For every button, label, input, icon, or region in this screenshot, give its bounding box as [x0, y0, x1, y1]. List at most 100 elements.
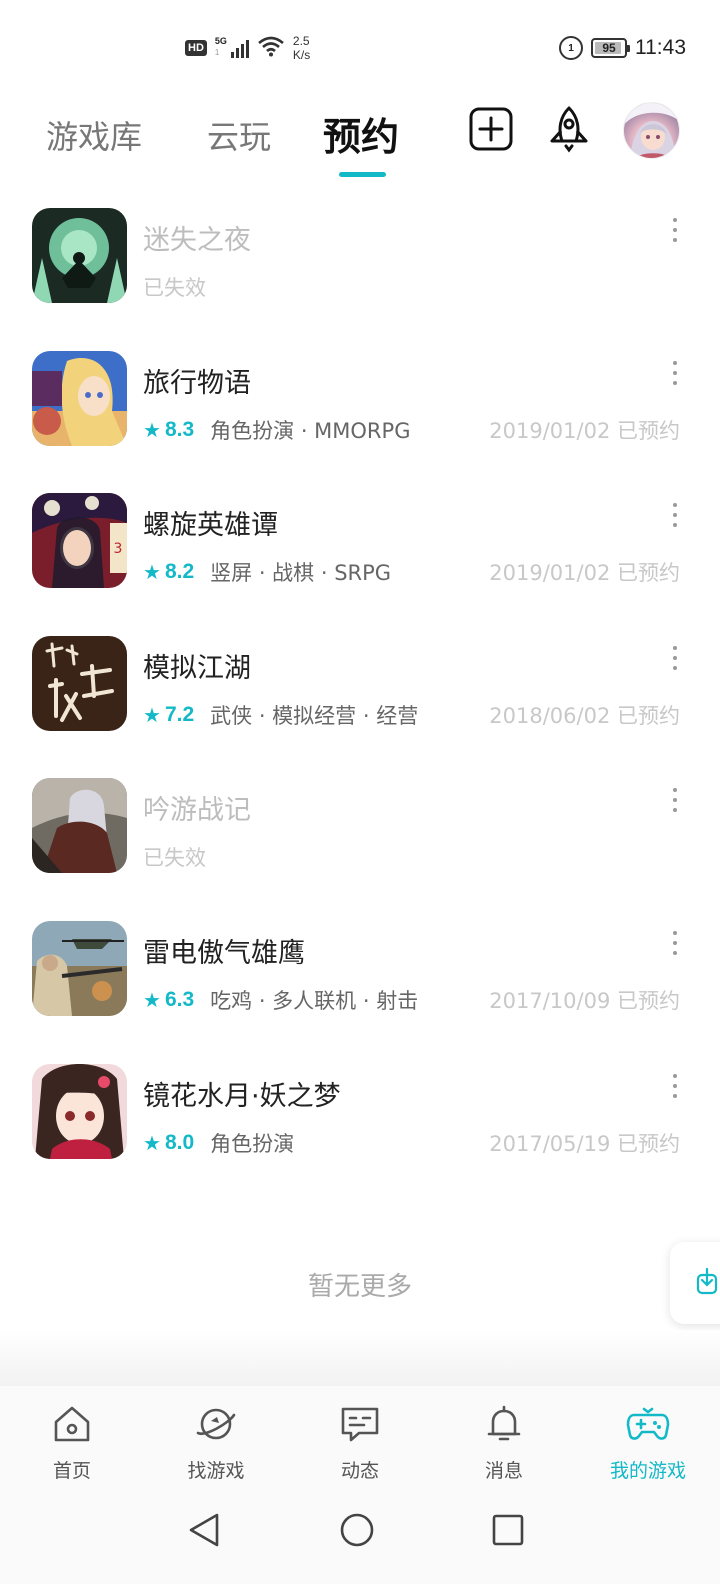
game-icon	[32, 635, 127, 731]
status-bar: HD 5G 1 2.5 K/s 1 95 11:43	[0, 0, 720, 100]
reservation-list: 迷失之夜 已失效 旅行物语 ★ 8.3 角色扮演 · MMORPG 2019/0…	[0, 200, 720, 1198]
planet-icon	[194, 1402, 238, 1446]
game-tags: 竖屏 · 战棋 · SRPG	[210, 561, 392, 586]
tab-cloud-play[interactable]: 云玩	[207, 112, 271, 158]
game-meta: 已失效	[143, 842, 680, 872]
game-title: 吟游战记	[143, 795, 251, 827]
nav-label: 我的游戏	[609, 1460, 686, 1482]
battery-icon: 95	[591, 38, 630, 58]
top-tabs: 游戏库 云玩 预约	[0, 100, 720, 186]
nav-find-games[interactable]: 找游戏	[144, 1386, 288, 1494]
reserved-date: 2017/05/19 已预约	[489, 1131, 680, 1156]
game-tags: 角色扮演 · MMORPG	[210, 418, 411, 443]
more-options-icon[interactable]	[670, 645, 680, 670]
tab-game-library[interactable]: 游戏库	[46, 112, 142, 158]
download-icon	[696, 1267, 718, 1299]
game-title: 旅行物语	[143, 367, 251, 399]
back-icon[interactable]	[184, 1510, 224, 1550]
list-item[interactable]: 迷失之夜 已失效	[0, 200, 720, 343]
chat-icon	[338, 1402, 382, 1446]
reserved-date: 2019/01/02 已预约	[489, 561, 680, 586]
game-title: 螺旋英雄谭	[143, 510, 278, 542]
status-right: 1 95 11:43	[559, 36, 686, 60]
list-item[interactable]: 模拟江湖 ★ 7.2 武侠 · 模拟经营 · 经营 2018/06/02 已预约	[0, 628, 720, 771]
more-options-icon[interactable]	[670, 930, 680, 955]
star-icon: ★	[143, 417, 161, 442]
nav-my-games[interactable]: 我的游戏	[576, 1386, 720, 1494]
game-tags: 吃鸡 · 多人联机 · 射击	[210, 988, 419, 1013]
star-icon: ★	[143, 987, 161, 1012]
rating: 8.3	[164, 417, 195, 441]
hd-badge: HD	[185, 40, 207, 56]
list-item[interactable]: 雷电傲气雄鹰 ★ 6.3 吃鸡 · 多人联机 · 射击 2017/10/09 已…	[0, 913, 720, 1056]
game-icon	[32, 920, 127, 1016]
reserved-date: 2019/01/02 已预约	[489, 418, 680, 443]
game-icon	[32, 350, 127, 446]
list-item[interactable]: 旅行物语 ★ 8.3 角色扮演 · MMORPG 2019/01/02 已预约	[0, 343, 720, 486]
game-icon	[32, 208, 127, 303]
game-meta: ★ 8.2 竖屏 · 战棋 · SRPG 2019/01/02 已预约	[143, 557, 680, 587]
expired-label: 已失效	[143, 846, 206, 871]
game-meta: ★ 6.3 吃鸡 · 多人联机 · 射击 2017/10/09 已预约	[143, 985, 680, 1015]
more-options-icon[interactable]	[670, 503, 680, 528]
cellular-signal-icon: 5G 1	[215, 36, 249, 58]
add-square-icon[interactable]	[468, 106, 514, 152]
more-options-icon[interactable]	[670, 788, 680, 813]
rating: 8.2	[164, 560, 195, 584]
expired-label: 已失效	[143, 276, 206, 300]
bottom-nav: 首页 找游戏 动态 消息 我的游戏	[0, 1386, 720, 1494]
more-options-icon[interactable]	[670, 360, 680, 385]
game-icon	[32, 778, 127, 874]
system-nav-bar	[0, 1494, 720, 1584]
bell-icon	[482, 1402, 526, 1446]
rating: 8.0	[164, 1130, 195, 1154]
avatar[interactable]	[623, 102, 680, 159]
tab-indicator	[339, 172, 386, 177]
star-icon: ★	[143, 1130, 161, 1155]
star-icon: ★	[143, 702, 161, 727]
game-title: 镜花水月·妖之梦	[143, 1080, 341, 1112]
rocket-icon[interactable]	[546, 106, 592, 153]
recents-icon[interactable]	[488, 1510, 528, 1550]
rating: 7.2	[164, 702, 195, 726]
rating: 6.3	[164, 987, 195, 1011]
nav-label: 动态	[340, 1460, 379, 1482]
list-item[interactable]: 吟游战记 已失效	[0, 770, 720, 913]
game-meta: ★ 7.2 武侠 · 模拟经营 · 经营 2018/06/02 已预约	[143, 700, 680, 730]
network-speed: 2.5 K/s	[292, 34, 311, 62]
home-icon	[50, 1402, 94, 1446]
status-left: HD 5G 1 2.5 K/s	[185, 34, 310, 62]
more-options-icon[interactable]	[670, 218, 680, 242]
floating-download-button[interactable]	[670, 1242, 720, 1324]
nav-feed[interactable]: 动态	[288, 1386, 432, 1494]
more-options-icon[interactable]	[670, 1073, 680, 1098]
game-title: 模拟江湖	[143, 652, 251, 684]
data-saver-icon: 1	[559, 36, 583, 60]
reserved-date: 2017/10/09 已预约	[489, 988, 680, 1013]
home-circle-icon[interactable]	[337, 1510, 377, 1550]
nav-label: 消息	[484, 1460, 523, 1482]
game-meta: ★ 8.3 角色扮演 · MMORPG 2019/01/02 已预约	[143, 415, 680, 445]
gamepad-icon	[626, 1402, 670, 1446]
game-tags: 角色扮演	[210, 1131, 295, 1156]
game-icon	[32, 1063, 127, 1159]
list-item[interactable]: 3 螺旋英雄谭 ★ 8.2 竖屏 · 战棋 · SRPG 2019/01/02 …	[0, 485, 720, 628]
game-meta: ★ 8.0 角色扮演 2017/05/19 已预约	[143, 1128, 680, 1158]
tab-reservations[interactable]: 预约	[323, 106, 399, 161]
list-fade	[0, 1330, 720, 1386]
nav-messages[interactable]: 消息	[432, 1386, 576, 1494]
nav-home[interactable]: 首页	[0, 1386, 144, 1494]
game-icon: 3	[32, 493, 127, 589]
list-item[interactable]: 镜花水月·妖之梦 ★ 8.0 角色扮演 2017/05/19 已预约	[0, 1056, 720, 1199]
svg-text:3: 3	[114, 541, 123, 557]
game-tags: 武侠 · 模拟经营 · 经营	[210, 703, 419, 728]
wifi-icon	[257, 35, 285, 61]
star-icon: ★	[143, 560, 161, 585]
game-meta: 已失效	[143, 272, 680, 302]
clock: 11:43	[635, 36, 686, 59]
game-title: 迷失之夜	[143, 225, 251, 256]
reserved-date: 2018/06/02 已预约	[489, 703, 680, 728]
game-title: 雷电傲气雄鹰	[143, 937, 305, 969]
no-more-label: 暂无更多	[307, 1272, 412, 1302]
nav-label: 首页	[52, 1460, 91, 1482]
